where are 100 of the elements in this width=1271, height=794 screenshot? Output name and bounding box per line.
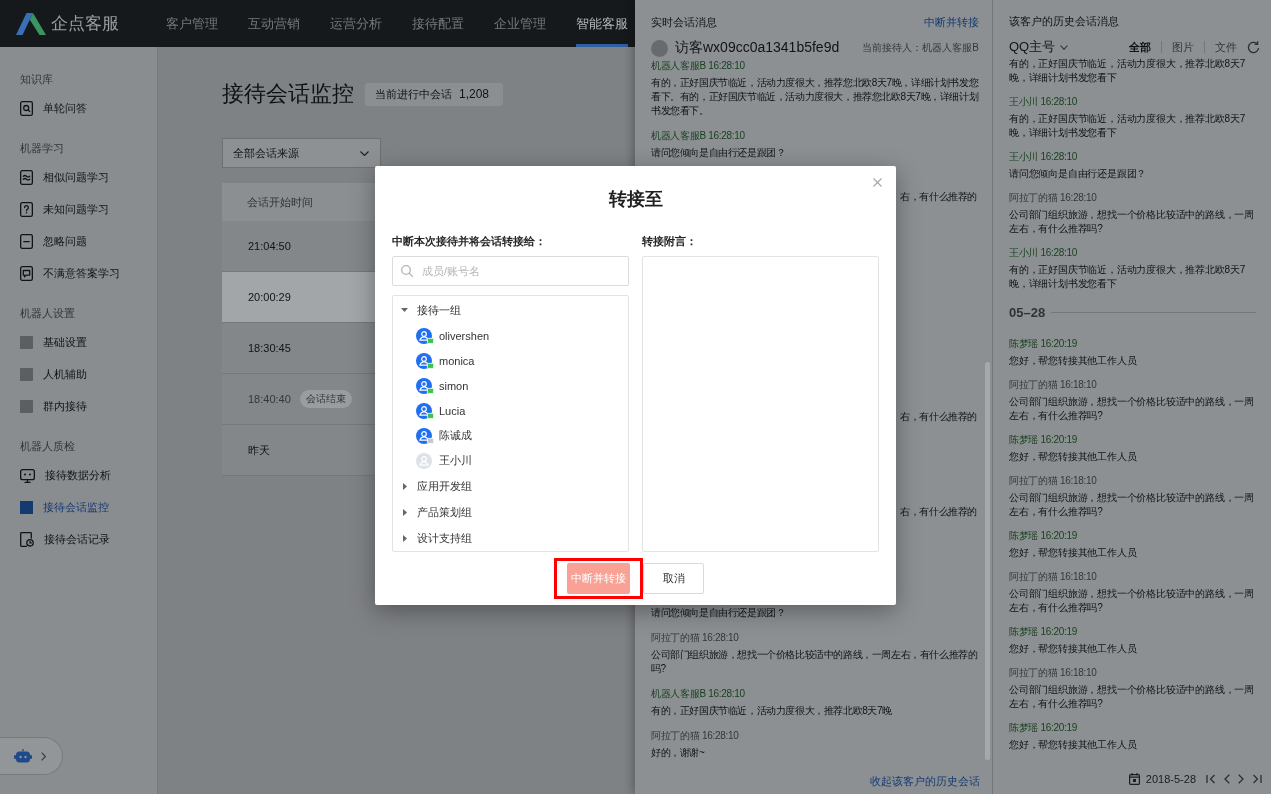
sidebar-item[interactable]: 接待数据分析 — [0, 459, 157, 491]
sender-time: 陈梦瑶 16:20:19 — [1009, 529, 1078, 543]
tree-member[interactable]: 陈诚成 — [393, 423, 628, 448]
column-header: 会话开始时间 — [247, 194, 313, 210]
source-select[interactable]: 全部会话来源 — [222, 138, 381, 168]
message-text: 您好，帮您转接其他工作人员 — [1009, 642, 1137, 656]
current-agent: 当前接待人：机器人客服B — [862, 41, 979, 55]
transfer-link[interactable]: 中断并转接 — [924, 11, 979, 33]
collapse-history-link[interactable]: 收起该客户的历史会话 — [870, 773, 980, 789]
document-approx-icon — [20, 169, 33, 185]
first-page-icon[interactable] — [1206, 774, 1216, 784]
table-row[interactable]: 昨天 — [222, 425, 375, 476]
tree-member[interactable]: simon — [393, 373, 628, 398]
search-icon — [401, 265, 413, 277]
sidebar-item[interactable]: 接待会话监控 — [0, 491, 157, 523]
sidebar-item[interactable]: 基础设置 — [0, 326, 157, 358]
document-minus-icon — [20, 233, 33, 249]
robot-assistant-button[interactable] — [0, 737, 63, 775]
sender-time: 王小川 16:28:10 — [1009, 95, 1078, 109]
nav-tab[interactable]: 企业管理 — [494, 0, 546, 47]
message-text: 请问您倾向是自由行还是跟团？ — [651, 606, 786, 620]
document-search-icon — [20, 100, 33, 116]
filter-tab[interactable]: 全部 — [1129, 39, 1151, 55]
table-cell: 昨天 — [248, 442, 270, 458]
chevron-right-icon — [41, 751, 46, 761]
refresh-icon[interactable] — [1247, 40, 1260, 54]
sidebar-item[interactable]: 不满意答案学习 — [0, 257, 157, 289]
sidebar-item[interactable]: 接待会话记录 — [0, 523, 157, 555]
section-title: 机器人设置 — [20, 306, 75, 321]
chevron-left-icon[interactable] — [1224, 774, 1230, 784]
sidebar-item[interactable]: 群内接待 — [0, 390, 157, 422]
message-text: 有的，正好国庆节临近，活动力度很大，推荐北欧8天7晚，详细计划书发您看下 — [1009, 57, 1247, 85]
caret-right-icon — [402, 534, 407, 542]
sidebar-item[interactable]: 相似问题学习 — [0, 161, 157, 193]
sender-time: 陈梦瑶 16:20:19 — [1009, 721, 1078, 735]
close-icon[interactable] — [873, 178, 882, 187]
sender-time: 陈梦瑶 16:20:19 — [1009, 337, 1078, 351]
sender-time: 阿拉丁的猫 16:18:10 — [1009, 570, 1097, 584]
tree-group[interactable]: 设计支持组 — [393, 525, 628, 551]
table-row[interactable]: 18:40:40 会话结束 — [222, 374, 375, 425]
date-divider-label: 05–28 — [1009, 304, 1046, 320]
date-picker[interactable]: 2018-5-28 — [1128, 773, 1196, 785]
nav-tab[interactable]: 互动营销 — [248, 0, 300, 47]
dialog-title: 转接至 — [608, 188, 663, 211]
tree-group[interactable]: 应用开发组 — [393, 473, 628, 499]
section-title: 机器人质检 — [20, 439, 75, 454]
chevron-down-icon — [1060, 44, 1069, 50]
cancel-button[interactable]: 取消 — [643, 563, 704, 594]
message-text: 请问您倾向是自由行还是跟团？ — [651, 146, 786, 160]
sender-time: 机器人客服B 16:28:10 — [651, 59, 745, 73]
caret-right-icon — [402, 508, 407, 516]
document-question-icon — [20, 201, 33, 217]
scrollbar[interactable] — [985, 362, 990, 760]
user-avatar-icon — [416, 452, 432, 469]
calendar-icon — [1128, 773, 1140, 785]
nav-tab[interactable]: 客户管理 — [166, 0, 218, 47]
filter-tab[interactable]: 文件 — [1215, 39, 1237, 55]
message-text: 公司部门组织旅游，想找一个价格比较适中的路线，一周左右，有什么推荐吗? — [1009, 491, 1255, 519]
sidebar-item[interactable]: 单轮问答 — [0, 92, 157, 124]
tree-group[interactable]: 产品策划组 — [393, 499, 628, 525]
message-text: 右，有什么推荐的 — [900, 506, 977, 517]
tree-member[interactable]: Lucia — [393, 398, 628, 423]
message-text: 公司部门组织旅游，想找一个价格比较适中的路线，一周左右，有什么推荐吗? — [1009, 395, 1255, 423]
sender-time: 王小川 16:28:10 — [1009, 246, 1078, 260]
table-row[interactable]: 18:30:45 — [222, 323, 375, 374]
tree-member[interactable]: olivershen — [393, 323, 628, 348]
square-icon — [20, 399, 33, 413]
sidebar-item[interactable]: 未知问题学习 — [0, 193, 157, 225]
panel-title: 实时会话消息 — [651, 15, 717, 30]
search-field[interactable]: 成员/账号名 — [392, 256, 629, 286]
square-icon — [20, 500, 33, 514]
nav-tab[interactable]: 运营分析 — [330, 0, 382, 47]
tree-member[interactable]: 王小川 — [393, 448, 628, 473]
chevron-down-icon — [360, 150, 369, 156]
sidebar-item[interactable]: 忽略问题 — [0, 225, 157, 257]
filter-tab[interactable]: 图片 — [1172, 39, 1194, 55]
section-title: 机器学习 — [20, 141, 64, 156]
caret-down-icon — [401, 308, 408, 312]
square-icon — [20, 335, 33, 349]
user-avatar-icon — [416, 402, 434, 419]
page-title: 接待会话监控 — [222, 80, 354, 108]
table-row[interactable]: 21:04:50 — [222, 221, 375, 272]
nav-tab[interactable]: 接待配置 — [412, 0, 464, 47]
user-avatar-icon — [416, 327, 434, 344]
sender-time: 王小川 16:28:10 — [1009, 150, 1078, 164]
sender-time: 机器人客服B 16:28:10 — [651, 687, 745, 701]
visitor-name: 访客wx09cc0a1341b5fe9d — [675, 39, 840, 57]
account-select[interactable]: QQ主号 — [1009, 38, 1069, 56]
note-field[interactable] — [642, 256, 879, 552]
sidebar-item[interactable]: 人机辅助 — [0, 358, 157, 390]
message-text: 请问您倾向是自由行还是跟团？ — [1009, 167, 1147, 181]
square-icon — [20, 367, 33, 381]
chevron-right-icon[interactable] — [1238, 774, 1244, 784]
tree-member[interactable]: monica — [393, 348, 628, 373]
status-tag: 会话结束 — [299, 390, 352, 408]
tree-group[interactable]: 接待一组 — [393, 297, 628, 323]
message-text: 您好，帮您转接其他工作人员 — [1009, 450, 1137, 464]
last-page-icon[interactable] — [1252, 774, 1262, 784]
user-avatar-icon — [416, 427, 434, 444]
table-row[interactable]: 20:00:29 — [222, 272, 375, 323]
